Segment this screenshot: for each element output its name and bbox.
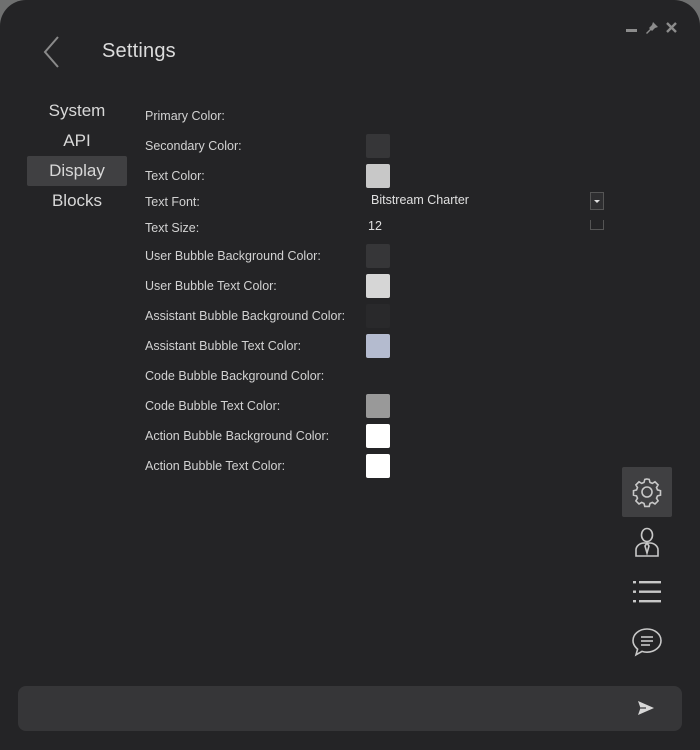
setting-row-code-bubble-text: Code Bubble Text Color:: [145, 391, 615, 421]
code-bubble-text-swatch[interactable]: [366, 394, 390, 418]
chat-icon: [632, 628, 662, 657]
setting-row-action-bubble-text: Action Bubble Text Color:: [145, 451, 615, 481]
text-size-value: 12: [368, 219, 382, 233]
close-button[interactable]: [664, 20, 680, 36]
setting-label: User Bubble Text Color:: [145, 279, 277, 293]
settings-nav: System API Display Blocks: [27, 96, 127, 216]
nav-item-api[interactable]: API: [27, 126, 127, 156]
setting-row-code-bubble-bg: Code Bubble Background Color:: [145, 361, 615, 391]
setting-label: Secondary Color:: [145, 139, 242, 153]
assistant-bubble-text-swatch[interactable]: [366, 334, 390, 358]
setting-label: Text Font:: [145, 195, 200, 209]
page-title: Settings: [102, 40, 176, 62]
settings-tab-button[interactable]: [622, 467, 672, 517]
pin-button[interactable]: [644, 20, 660, 36]
nav-item-system[interactable]: System: [27, 96, 127, 126]
chevron-down-icon: [594, 200, 600, 203]
setting-label: Code Bubble Text Color:: [145, 399, 281, 413]
text-color-swatch[interactable]: [366, 164, 390, 188]
message-bar: [18, 686, 682, 731]
text-size-spinbox[interactable]: 12: [366, 216, 604, 236]
nav-item-display[interactable]: Display: [27, 156, 127, 186]
assistant-bubble-bg-swatch[interactable]: [366, 304, 390, 328]
setting-label: Action Bubble Background Color:: [145, 429, 330, 443]
setting-label: Action Bubble Text Color:: [145, 459, 286, 473]
code-bubble-bg-swatch[interactable]: [366, 364, 390, 388]
setting-label: User Bubble Background Color:: [145, 249, 321, 263]
user-bubble-bg-swatch[interactable]: [366, 244, 390, 268]
setting-row-user-bubble-bg: User Bubble Background Color:: [145, 241, 615, 271]
setting-label: Primary Color:: [145, 109, 225, 123]
text-font-select[interactable]: Bitstream Charter: [366, 192, 604, 210]
setting-row-secondary-color: Secondary Color:: [145, 131, 615, 161]
assistant-tab-button[interactable]: [622, 517, 672, 567]
chat-tab-button[interactable]: [622, 617, 672, 667]
action-bubble-text-swatch[interactable]: [366, 454, 390, 478]
list-tab-button[interactable]: [622, 567, 672, 617]
send-button[interactable]: [636, 698, 656, 718]
setting-row-primary-color: Primary Color:: [145, 101, 615, 131]
setting-row-text-size: Text Size: 12: [145, 214, 615, 242]
chevron-left-icon: [43, 36, 59, 68]
setting-label: Code Bubble Background Color:: [145, 369, 325, 383]
setting-label: Text Color:: [145, 169, 205, 183]
setting-row-assistant-bubble-bg: Assistant Bubble Background Color:: [145, 301, 615, 331]
dropdown-button[interactable]: [590, 192, 604, 210]
setting-label: Assistant Bubble Text Color:: [145, 339, 302, 353]
gear-icon: [632, 478, 662, 508]
spinner-buttons[interactable]: [590, 220, 604, 230]
action-bubble-bg-swatch[interactable]: [366, 424, 390, 448]
secondary-color-swatch[interactable]: [366, 134, 390, 158]
user-bubble-text-swatch[interactable]: [366, 274, 390, 298]
nav-item-blocks[interactable]: Blocks: [27, 186, 127, 216]
settings-window: Settings System API Display Blocks Prima…: [0, 0, 700, 750]
user-icon: [635, 527, 659, 557]
setting-row-text-font: Text Font: Bitstream Charter: [145, 188, 615, 216]
message-input[interactable]: [32, 694, 626, 724]
minimize-button[interactable]: [624, 20, 640, 36]
close-icon: [666, 22, 677, 33]
text-font-value: Bitstream Charter: [371, 193, 469, 207]
setting-row-action-bubble-bg: Action Bubble Background Color:: [145, 421, 615, 451]
title-bar: Settings: [0, 0, 700, 100]
setting-label: Assistant Bubble Background Color:: [145, 309, 346, 323]
setting-label: Text Size:: [145, 221, 200, 235]
primary-color-swatch[interactable]: [366, 104, 390, 128]
setting-row-assistant-bubble-text: Assistant Bubble Text Color:: [145, 331, 615, 361]
setting-row-user-bubble-text: User Bubble Text Color:: [145, 271, 615, 301]
back-button[interactable]: [36, 32, 70, 72]
send-icon: [638, 701, 654, 715]
pin-icon: [646, 22, 658, 34]
setting-row-text-color: Text Color:: [145, 161, 615, 191]
list-icon: [633, 581, 661, 603]
minimize-icon: [626, 29, 637, 32]
